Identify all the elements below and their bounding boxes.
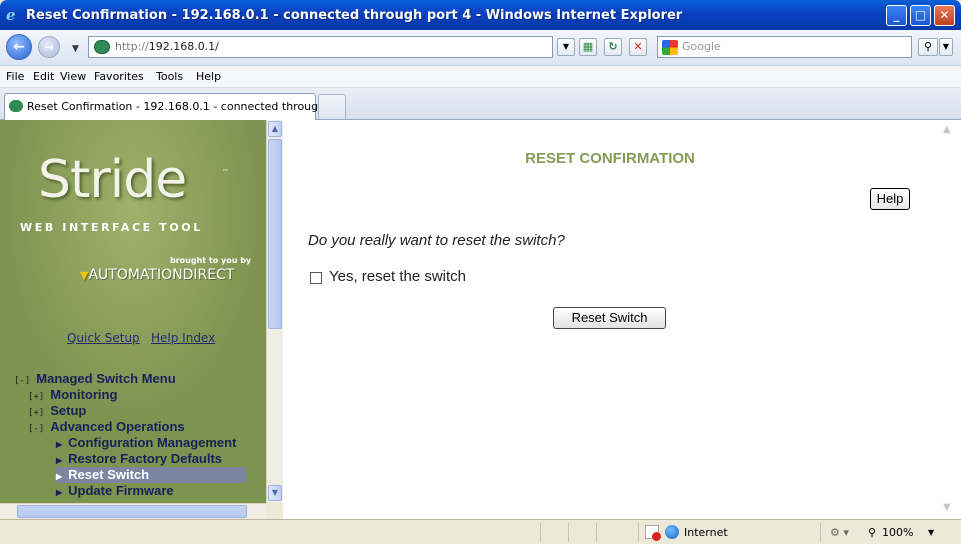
status-bar: Internet ⚙ ▾ ⚲ 100% ▼ [0,519,961,544]
menu-restore-factory-defaults[interactable]: ▶ Restore Factory Defaults [56,451,246,467]
google-icon [662,40,678,55]
content-frame: RESET CONFIRMATION Help Do you really wa… [283,120,961,519]
reset-question: Do you really want to reset the switch? [308,232,565,249]
reset-switch-button[interactable]: Reset Switch [553,307,666,329]
back-button[interactable]: ← [6,34,32,60]
expand-toggle[interactable]: [+] [28,392,44,402]
bullet-arrow-icon: ▶ [56,472,63,481]
logo-tagline: WEB INTERFACE TOOL [20,221,203,234]
bullet-arrow-icon: ▶ [56,440,63,449]
forward-button[interactable]: → [38,36,60,58]
security-zone-label[interactable]: Internet [684,526,728,539]
scroll-down-icon[interactable]: ▼ [943,502,951,513]
menu-view[interactable]: View [60,70,86,83]
page-title: RESET CONFIRMATION [525,150,695,167]
navigation-horizontal-scrollbar[interactable] [0,503,266,519]
search-placeholder: Google [682,40,721,53]
zoom-level[interactable]: 100% [882,526,913,539]
stride-logo: Stride [38,150,187,210]
confirm-reset-checkbox[interactable] [310,272,322,284]
refresh-icon[interactable]: ↻ [604,38,622,56]
stop-icon[interactable]: ✕ [629,38,647,56]
navigation-vertical-scrollbar[interactable]: ▲ ▼ [266,120,283,503]
status-divider [820,523,821,542]
menu-setup[interactable]: [+] Setup [28,403,86,419]
trademark-mark: ™ [222,168,229,176]
menu-reset-switch[interactable]: ▶ Reset Switch [56,467,246,483]
zoom-icon[interactable]: ⚲ [868,526,876,539]
search-icon[interactable]: ⚲ [918,38,938,56]
collapse-toggle[interactable]: [-] [14,376,30,386]
menu-bar: File Edit View Favorites Tools Help [0,66,961,88]
help-index-link[interactable]: Help Index [151,331,215,345]
compatibility-view-icon[interactable]: ▦ [579,38,597,56]
menu-edit[interactable]: Edit [33,70,54,83]
menu-root[interactable]: [-] Managed Switch Menu [14,371,176,387]
menu-configuration-management[interactable]: ▶ Configuration Management [56,435,246,451]
tab-reset-confirmation[interactable]: Reset Confirmation - 192.168.0.1 - conne… [4,93,329,120]
site-favicon-icon [94,40,110,54]
protected-mode-icon[interactable]: ⚙ ▾ [830,526,849,539]
menu-monitoring[interactable]: [+] Monitoring [28,387,117,403]
scroll-up-icon[interactable]: ▲ [268,121,282,137]
content-vertical-scrollbar[interactable]: ▲ ▼ [937,120,961,519]
menu-help[interactable]: Help [196,70,221,83]
bullet-arrow-icon: ▶ [56,456,63,465]
window-title-bar[interactable]: e Reset Confirmation - 192.168.0.1 - con… [0,0,961,30]
automationdirect-logo: ▼AUTOMATIONDIRECT [80,267,235,283]
scroll-down-icon[interactable]: ▼ [268,485,282,501]
new-tab-button[interactable] [318,94,346,119]
menu-update-firmware[interactable]: ▶ Update Firmware [56,483,246,499]
window-title: Reset Confirmation - 192.168.0.1 - conne… [26,8,683,23]
bullet-arrow-icon: ▶ [56,488,63,497]
brought-by-text: brought to you by [170,256,252,265]
status-divider [596,523,597,542]
status-divider [568,523,569,542]
quick-setup-link[interactable]: Quick Setup [67,331,140,345]
scroll-thumb[interactable] [268,139,282,329]
navigation-frame: Stride ™ WEB INTERFACE TOOL brought to y… [0,120,266,503]
address-input[interactable]: http://192.168.0.1/ [88,36,553,58]
help-button[interactable]: Help [870,188,910,210]
tab-favicon-icon [9,100,23,112]
search-options-icon[interactable]: ▼ [939,38,953,56]
collapse-toggle[interactable]: [-] [28,424,44,434]
expand-toggle[interactable]: [+] [28,408,44,418]
ie-logo-icon: e [6,6,16,24]
internet-zone-icon [665,525,679,539]
search-input[interactable]: Google [657,36,912,58]
tab-bar: Reset Confirmation - 192.168.0.1 - conne… [0,88,961,120]
confirm-reset-label[interactable]: Yes, reset the switch [329,268,466,285]
menu-tools[interactable]: Tools [156,70,183,83]
address-toolbar: ← → ▼ http://192.168.0.1/ ▼ ▦ ↻ ✕ Google… [0,30,961,66]
popup-blocked-icon[interactable] [645,525,661,541]
maximize-button[interactable]: □ [910,5,931,26]
h-scroll-thumb[interactable] [17,505,247,518]
tab-label: Reset Confirmation - 192.168.0.1 - conne… [27,100,329,113]
address-text: http://192.168.0.1/ [115,40,219,53]
minimize-button[interactable]: _ [886,5,907,26]
scroll-up-icon[interactable]: ▲ [943,124,951,135]
history-dropdown-icon[interactable]: ▼ [72,44,79,54]
menu-favorites[interactable]: Favorites [94,70,144,83]
menu-file[interactable]: File [6,70,24,83]
zoom-dropdown-icon[interactable]: ▼ [928,528,934,537]
address-dropdown-icon[interactable]: ▼ [557,38,575,56]
status-divider [540,523,541,542]
close-button[interactable]: ✕ [934,5,955,26]
menu-advanced-operations[interactable]: [-] Advanced Operations [28,419,185,435]
status-divider [638,523,639,542]
